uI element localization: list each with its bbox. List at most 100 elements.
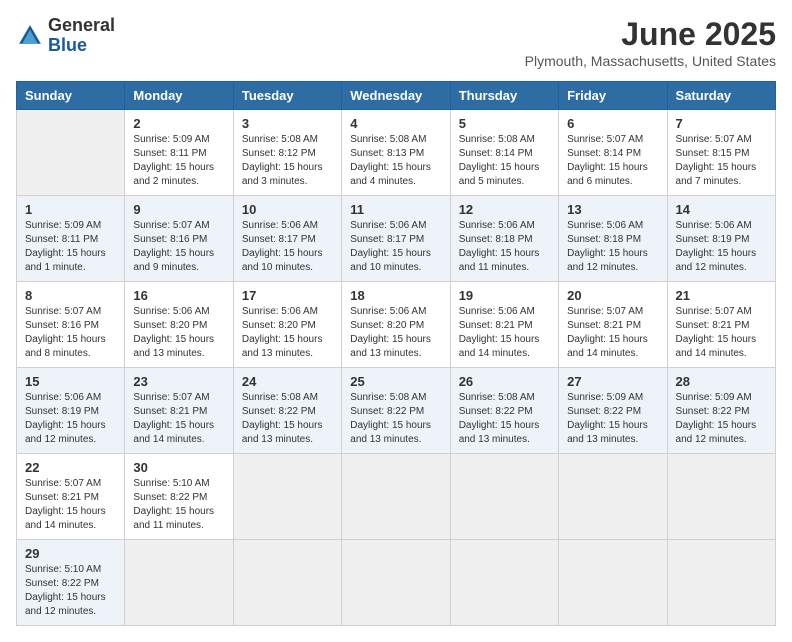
day-info: Sunrise: 5:06 AM Sunset: 8:19 PM Dayligh…	[25, 391, 116, 447]
logo: General Blue	[16, 16, 115, 56]
logo-general-text: General	[48, 15, 115, 35]
table-row: 21Sunrise: 5:07 AM Sunset: 8:21 PM Dayli…	[667, 282, 775, 368]
table-row: 5 Sunrise: 5:08 AM Sunset: 8:14 PM Daylig…	[450, 110, 558, 196]
day-number: 29	[25, 546, 116, 561]
table-row	[17, 110, 125, 196]
day-number: 18	[350, 288, 441, 303]
day-info: Sunrise: 5:06 AM Sunset: 8:21 PM Dayligh…	[459, 305, 550, 361]
day-number: 11	[350, 202, 441, 217]
col-monday: Monday	[125, 82, 233, 110]
table-row: 2Sunrise: 5:09 AM Sunset: 8:11 PM Daylig…	[125, 110, 233, 196]
day-info: Sunrise: 5:09 AM Sunset: 8:22 PM Dayligh…	[676, 391, 767, 447]
day-number: 6	[567, 116, 658, 131]
table-row	[667, 540, 775, 626]
day-number: 8	[25, 288, 116, 303]
day-number: 4	[350, 116, 441, 131]
day-number: 5	[459, 116, 550, 131]
table-row: 4Sunrise: 5:08 AM Sunset: 8:13 PM Daylig…	[342, 110, 450, 196]
day-number: 16	[133, 288, 224, 303]
table-row: 25 Sunrise: 5:08 AM Sunset: 8:22 PM Dayli…	[342, 368, 450, 454]
col-tuesday: Tuesday	[233, 82, 341, 110]
col-sunday: Sunday	[17, 82, 125, 110]
table-row: 7 Sunrise: 5:07 AM Sunset: 8:15 PM Daylig…	[667, 110, 775, 196]
calendar: Sunday Monday Tuesday Wednesday Thursday…	[16, 81, 776, 626]
table-row: 6Sunrise: 5:07 AM Sunset: 8:14 PM Daylig…	[559, 110, 667, 196]
col-saturday: Saturday	[667, 82, 775, 110]
day-number: 2	[133, 116, 224, 131]
day-info: Sunrise: 5:07 AM Sunset: 8:21 PM Dayligh…	[567, 305, 658, 361]
day-info: Sunrise: 5:07 AM Sunset: 8:21 PM Dayligh…	[133, 391, 224, 447]
logo-text: General Blue	[48, 16, 115, 56]
day-number: 7	[676, 116, 767, 131]
calendar-week-row: 22 Sunrise: 5:07 AM Sunset: 8:21 PM Dayli…	[17, 454, 776, 540]
day-number: 17	[242, 288, 333, 303]
day-number: 30	[133, 460, 224, 475]
calendar-week-row: 8 Sunrise: 5:07 AM Sunset: 8:16 PM Daylig…	[17, 282, 776, 368]
day-info: Sunrise: 5:09 AM Sunset: 8:11 PM Dayligh…	[25, 219, 116, 275]
day-number: 15	[25, 374, 116, 389]
location-title: Plymouth, Massachusetts, United States	[525, 53, 776, 69]
table-row	[342, 540, 450, 626]
table-row	[559, 454, 667, 540]
calendar-week-row: 29Sunrise: 5:10 AM Sunset: 8:22 PM Dayli…	[17, 540, 776, 626]
day-info: Sunrise: 5:06 AM Sunset: 8:17 PM Dayligh…	[242, 219, 333, 275]
day-number: 3	[242, 116, 333, 131]
day-info: Sunrise: 5:06 AM Sunset: 8:20 PM Dayligh…	[350, 305, 441, 361]
day-info: Sunrise: 5:08 AM Sunset: 8:22 PM Dayligh…	[459, 391, 550, 447]
table-row: 30Sunrise: 5:10 AM Sunset: 8:22 PM Dayli…	[125, 454, 233, 540]
col-thursday: Thursday	[450, 82, 558, 110]
table-row: 3Sunrise: 5:08 AM Sunset: 8:12 PM Daylig…	[233, 110, 341, 196]
day-number: 14	[676, 202, 767, 217]
calendar-week-row: 15 Sunrise: 5:06 AM Sunset: 8:19 PM Dayli…	[17, 368, 776, 454]
table-row	[559, 540, 667, 626]
table-row: 22 Sunrise: 5:07 AM Sunset: 8:21 PM Dayli…	[17, 454, 125, 540]
day-info: Sunrise: 5:06 AM Sunset: 8:18 PM Dayligh…	[567, 219, 658, 275]
table-row: 18 Sunrise: 5:06 AM Sunset: 8:20 PM Dayli…	[342, 282, 450, 368]
day-info: Sunrise: 5:08 AM Sunset: 8:22 PM Dayligh…	[350, 391, 441, 447]
col-wednesday: Wednesday	[342, 82, 450, 110]
day-number: 12	[459, 202, 550, 217]
month-title: June 2025	[525, 16, 776, 53]
day-info: Sunrise: 5:08 AM Sunset: 8:14 PM Dayligh…	[459, 133, 550, 189]
day-number: 24	[242, 374, 333, 389]
table-row	[450, 454, 558, 540]
table-row	[450, 540, 558, 626]
day-info: Sunrise: 5:07 AM Sunset: 8:16 PM Dayligh…	[25, 305, 116, 361]
day-info: Sunrise: 5:06 AM Sunset: 8:19 PM Dayligh…	[676, 219, 767, 275]
day-number: 1	[25, 202, 116, 217]
day-info: Sunrise: 5:07 AM Sunset: 8:16 PM Dayligh…	[133, 219, 224, 275]
day-info: Sunrise: 5:07 AM Sunset: 8:21 PM Dayligh…	[25, 477, 116, 533]
day-number: 26	[459, 374, 550, 389]
table-row: 14 Sunrise: 5:06 AM Sunset: 8:19 PM Dayli…	[667, 196, 775, 282]
day-info: Sunrise: 5:09 AM Sunset: 8:22 PM Dayligh…	[567, 391, 658, 447]
day-info: Sunrise: 5:08 AM Sunset: 8:22 PM Dayligh…	[242, 391, 333, 447]
table-row: 11Sunrise: 5:06 AM Sunset: 8:17 PM Dayli…	[342, 196, 450, 282]
calendar-week-row: 1 Sunrise: 5:09 AM Sunset: 8:11 PM Daylig…	[17, 196, 776, 282]
title-area: June 2025 Plymouth, Massachusetts, Unite…	[525, 16, 776, 69]
day-info: Sunrise: 5:07 AM Sunset: 8:21 PM Dayligh…	[676, 305, 767, 361]
table-row: 12Sunrise: 5:06 AM Sunset: 8:18 PM Dayli…	[450, 196, 558, 282]
day-number: 20	[567, 288, 658, 303]
day-info: Sunrise: 5:06 AM Sunset: 8:20 PM Dayligh…	[133, 305, 224, 361]
day-number: 25	[350, 374, 441, 389]
day-number: 22	[25, 460, 116, 475]
day-number: 27	[567, 374, 658, 389]
table-row	[233, 540, 341, 626]
table-row: 24 Sunrise: 5:08 AM Sunset: 8:22 PM Dayli…	[233, 368, 341, 454]
table-row	[342, 454, 450, 540]
table-row	[125, 540, 233, 626]
day-info: Sunrise: 5:07 AM Sunset: 8:15 PM Dayligh…	[676, 133, 767, 189]
table-row: 15 Sunrise: 5:06 AM Sunset: 8:19 PM Dayli…	[17, 368, 125, 454]
day-number: 9	[133, 202, 224, 217]
day-number: 28	[676, 374, 767, 389]
col-friday: Friday	[559, 82, 667, 110]
table-row: 13Sunrise: 5:06 AM Sunset: 8:18 PM Dayli…	[559, 196, 667, 282]
table-row: 17 Sunrise: 5:06 AM Sunset: 8:20 PM Dayli…	[233, 282, 341, 368]
day-info: Sunrise: 5:06 AM Sunset: 8:20 PM Dayligh…	[242, 305, 333, 361]
table-row: 23 Sunrise: 5:07 AM Sunset: 8:21 PM Dayli…	[125, 368, 233, 454]
table-row: 20 Sunrise: 5:07 AM Sunset: 8:21 PM Dayli…	[559, 282, 667, 368]
day-number: 23	[133, 374, 224, 389]
logo-blue-text: Blue	[48, 35, 87, 55]
table-row: 26 Sunrise: 5:08 AM Sunset: 8:22 PM Dayli…	[450, 368, 558, 454]
day-number: 10	[242, 202, 333, 217]
